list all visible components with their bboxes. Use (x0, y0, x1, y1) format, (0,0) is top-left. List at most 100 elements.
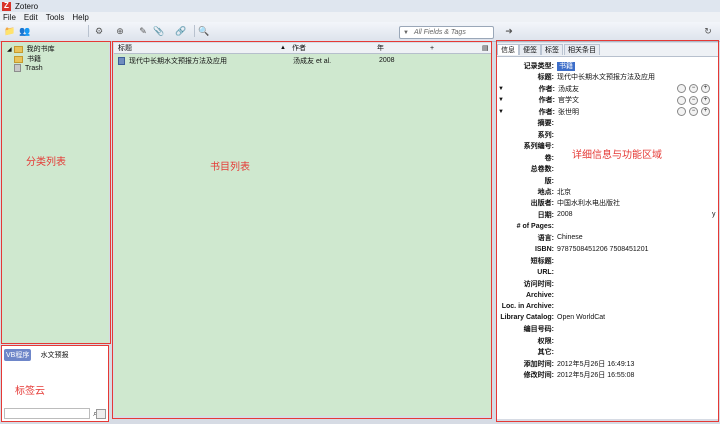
search-input[interactable]: ▼ All Fields & Tags (399, 26, 494, 39)
item-creator: 汤成友 et al. (293, 57, 332, 65)
field-label: 出版者: (530, 200, 554, 208)
detail-field[interactable]: 摘要: (498, 118, 718, 128)
attachment-icon[interactable]: 📎 (153, 25, 165, 37)
field-value[interactable]: 2012年5月26日 16:49:13 (557, 359, 718, 369)
creator-type-chevron-icon[interactable]: ▼ (498, 109, 504, 115)
remove-icon[interactable]: − (689, 107, 698, 117)
field-value[interactable]: Chinese (557, 234, 718, 241)
field-value[interactable]: 2008 (557, 211, 718, 218)
field-label: 修改时间: (523, 372, 554, 380)
creator-type-chevron-icon[interactable]: ▼ (498, 97, 504, 103)
detail-field[interactable]: URL: (498, 267, 718, 277)
toolbar-separator (88, 25, 89, 37)
remove-icon[interactable]: − (689, 84, 698, 94)
detail-field[interactable]: Loc. in Archive: (498, 301, 718, 311)
detail-field[interactable]: 语言: Chinese (498, 233, 718, 243)
column-year[interactable]: 年 (377, 43, 384, 53)
detail-field[interactable]: ISBN: 9787508451206 7508451201 (498, 244, 718, 254)
detail-field[interactable]: 权限: (498, 336, 718, 346)
tag-actions-icon[interactable] (96, 409, 106, 419)
tag-filter-input[interactable] (4, 408, 90, 419)
detail-field[interactable]: 记录类型: 书籍 (498, 61, 718, 71)
tab-related[interactable]: 相关条目 (564, 44, 600, 55)
creator-type-chevron-icon[interactable]: ▼ (498, 86, 504, 92)
search-mode-chevron-icon[interactable]: ▼ (403, 30, 409, 36)
detail-field[interactable]: 修改时间: 2012年5月26日 16:55:08 (498, 370, 718, 380)
add-icon[interactable]: + (701, 95, 710, 105)
detail-field[interactable]: # of Pages: (498, 221, 718, 231)
advanced-search-icon[interactable]: 🔍 (198, 25, 210, 37)
field-label: 系列编号: (523, 143, 554, 151)
item-type-value[interactable]: 书籍 (557, 61, 575, 71)
remove-icon[interactable]: − (689, 95, 698, 105)
field-value[interactable]: 9787508451206 7508451201 (557, 246, 718, 253)
detail-field[interactable]: 访问时间: (498, 279, 718, 289)
my-library-item[interactable]: ◢ 我的书库 (7, 44, 55, 54)
sync-icon[interactable]: ↻ (702, 25, 714, 37)
field-value[interactable]: 北京 (557, 187, 718, 197)
detail-field[interactable]: 地点: 北京 (498, 187, 718, 197)
column-picker-icon[interactable]: ▤ (482, 44, 489, 52)
new-item-icon[interactable]: ⊕ (114, 25, 126, 37)
detail-field[interactable]: ▼ 作者: 汤成友 − + (498, 84, 718, 94)
field-value[interactable]: 中国水利水电出版社 (557, 198, 718, 208)
field-label: ISBN: (534, 245, 554, 253)
detail-field[interactable]: 出版者: 中国水利水电出版社 (498, 198, 718, 208)
field-label: 作者: (538, 85, 555, 93)
swap-icon[interactable] (677, 84, 686, 94)
new-note-icon[interactable]: ✎ (137, 25, 149, 37)
field-value[interactable]: Open WorldCat (557, 314, 718, 321)
menu-help[interactable]: Help (72, 13, 88, 22)
detail-field[interactable]: 总卷数: (498, 164, 718, 174)
detail-field[interactable]: 添加时间: 2012年5月26日 16:49:13 (498, 359, 718, 369)
table-row[interactable]: 现代中长期水文预报方法及应用 汤成友 et al. 2008 (118, 55, 488, 66)
detail-field[interactable]: Archive: (498, 290, 718, 300)
menu-tools[interactable]: Tools (46, 13, 65, 22)
column-title[interactable]: 标题 (118, 43, 132, 53)
trash-item[interactable]: Trash (14, 64, 43, 72)
link-icon[interactable]: 🔗 (175, 25, 187, 37)
detail-field[interactable]: 版: (498, 176, 718, 186)
sort-up-icon: ▲ (280, 45, 286, 51)
collection-item[interactable]: 书籍 (14, 54, 41, 64)
menu-file[interactable]: File (3, 13, 16, 22)
swap-icon[interactable] (677, 107, 686, 117)
new-group-icon[interactable]: 👥 (19, 25, 31, 37)
field-value[interactable]: 汤成友 (558, 84, 677, 94)
detail-field[interactable]: ▼ 作者: 官学文 − + (498, 95, 718, 105)
detail-field[interactable]: 日期: 2008 (498, 210, 718, 220)
tab-info[interactable]: 信息 (497, 44, 519, 55)
tab-tags[interactable]: 标签 (541, 44, 563, 55)
column-extra[interactable]: + (430, 45, 434, 52)
detail-field[interactable]: 系列: (498, 130, 718, 140)
field-value[interactable]: 现代中长期水文预报方法及应用 (557, 72, 718, 82)
detail-field[interactable]: 编目号码: (498, 324, 718, 334)
field-value[interactable]: 官学文 (558, 95, 677, 105)
field-label: 日期: (537, 211, 554, 219)
field-value[interactable]: 张世明 (558, 107, 677, 117)
item-year: 2008 (379, 57, 395, 64)
detail-field[interactable]: 其它: (498, 347, 718, 357)
swap-icon[interactable] (677, 95, 686, 105)
detail-field[interactable]: 标题: 现代中长期水文预报方法及应用 (498, 72, 718, 82)
menu-edit[interactable]: Edit (24, 13, 38, 22)
folder-icon (14, 55, 23, 63)
add-icon[interactable]: + (701, 107, 710, 117)
tag-item[interactable]: 水文预报 (39, 349, 71, 361)
field-label: 地点: (537, 188, 554, 196)
field-value[interactable]: 书籍 (557, 61, 718, 71)
actions-gear-icon[interactable]: ⚙ (93, 25, 105, 37)
locate-icon[interactable]: ➜ (503, 25, 515, 37)
expand-arrow-icon[interactable]: ◢ (7, 46, 12, 53)
field-value[interactable]: 2012年5月26日 16:55:08 (557, 370, 718, 380)
detail-field[interactable]: 短标题: (498, 256, 718, 266)
add-icon[interactable]: + (701, 84, 710, 94)
detail-field[interactable]: ▼ 作者: 张世明 − + (498, 107, 718, 117)
detail-field[interactable]: Library Catalog: Open WorldCat (498, 313, 718, 323)
tab-notes[interactable]: 便签 (519, 44, 541, 55)
trash-icon (14, 64, 21, 72)
new-collection-icon[interactable]: 📁 (4, 25, 16, 37)
date-side-text: y (712, 211, 716, 218)
column-creator[interactable]: 作者 (292, 43, 306, 53)
tag-item-selected[interactable]: VB程序 (4, 349, 32, 361)
